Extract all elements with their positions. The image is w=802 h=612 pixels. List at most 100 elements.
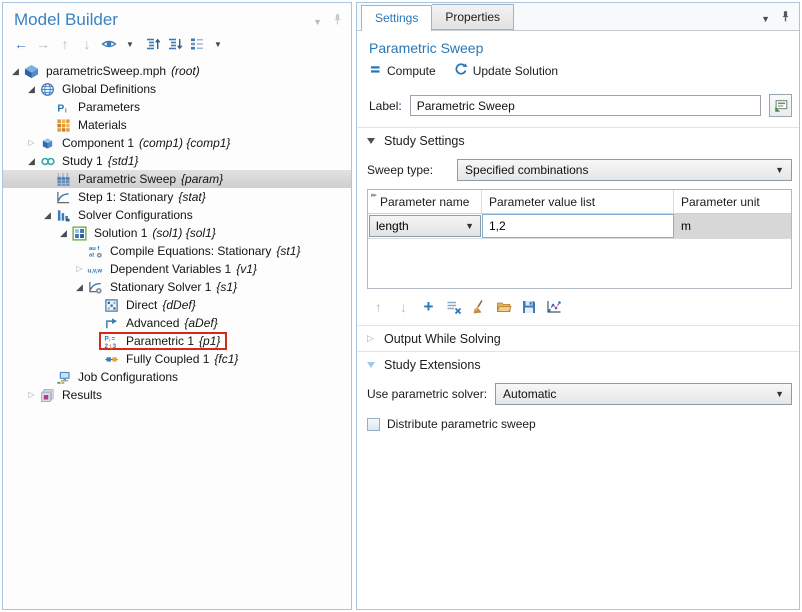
tree-item-study-1[interactable]: ◢Study 1{std1} bbox=[3, 152, 351, 170]
move-down-arrow-icon[interactable]: ↓ bbox=[78, 35, 96, 53]
tree-item-content: Advanced{aDef} bbox=[99, 314, 225, 332]
node-label-icon[interactable] bbox=[188, 35, 206, 53]
show-settings-window-button[interactable] bbox=[769, 94, 792, 117]
column-header[interactable]: Parameter name bbox=[368, 190, 482, 213]
distribute-sweep-checkbox[interactable] bbox=[367, 418, 380, 431]
load-folder-button[interactable] bbox=[494, 297, 513, 316]
tree-item-component-1[interactable]: ▷Component 1(comp1) {comp1} bbox=[3, 134, 351, 152]
move-up-arrow-button[interactable]: ↑ bbox=[369, 297, 388, 316]
tree-item-solution-1[interactable]: ◢Solution 1(sol1) {sol1} bbox=[3, 224, 351, 242]
tree-item-parametric-sweep[interactable]: 123 Parametric Sweep {param} bbox=[3, 170, 351, 188]
page-title: Parametric Sweep bbox=[357, 31, 799, 57]
model-icon bbox=[23, 63, 40, 79]
section-study-extensions-header[interactable]: Study Extensions bbox=[357, 352, 799, 377]
settings-action-bar: Compute Update Solution bbox=[357, 57, 799, 85]
delete-rows-button[interactable] bbox=[444, 297, 463, 316]
tree-item-tag: {std1} bbox=[108, 154, 139, 168]
label-input[interactable] bbox=[410, 95, 761, 116]
job-configurations-icon bbox=[55, 369, 72, 385]
tree-item-results[interactable]: ▷Results bbox=[3, 386, 351, 404]
tree-item-content: Materials bbox=[51, 116, 134, 134]
tree-item-advanced[interactable]: Advanced{aDef} bbox=[3, 314, 351, 332]
column-header[interactable]: Parameter value list bbox=[482, 190, 674, 213]
update-solution-label: Update Solution bbox=[473, 64, 558, 78]
model-builder-window-controls: ▼ bbox=[313, 13, 344, 31]
tree-item-label: Dependent Variables 1 bbox=[110, 262, 231, 276]
save-disk-button[interactable] bbox=[519, 297, 538, 316]
svg-text:i: i bbox=[65, 107, 67, 114]
parameter-value-cell[interactable]: 1,2 bbox=[482, 214, 674, 238]
tab-properties[interactable]: Properties bbox=[432, 4, 514, 30]
pin-icon[interactable] bbox=[779, 10, 792, 28]
range-plot-button[interactable] bbox=[544, 297, 563, 316]
caret-icon[interactable]: ▼ bbox=[122, 35, 140, 53]
svg-text:P: P bbox=[57, 103, 64, 114]
show-eye-icon[interactable] bbox=[100, 35, 118, 53]
forward-arrow-icon[interactable]: → bbox=[34, 35, 52, 53]
parameter-name-select[interactable]: length ▼ bbox=[369, 215, 481, 237]
section-output-while-solving-header[interactable]: ▷ Output While Solving bbox=[357, 326, 799, 351]
tree-item-dependent-variables-1[interactable]: ▷u,v,wDependent Variables 1{v1} bbox=[3, 260, 351, 278]
settings-window-controls: ▼ bbox=[761, 10, 792, 28]
clear-broom-button[interactable] bbox=[469, 297, 488, 316]
caret-icon[interactable]: ▼ bbox=[210, 35, 228, 53]
tree-item-content: Component 1(comp1) {comp1} bbox=[35, 134, 237, 152]
compute-button[interactable]: Compute bbox=[369, 63, 436, 79]
parametric-solver-select[interactable]: Automatic ▼ bbox=[495, 383, 792, 405]
column-header[interactable]: Parameter unit bbox=[674, 190, 791, 213]
tree-item-tag: {s1} bbox=[216, 280, 237, 294]
tab-settings[interactable]: Settings bbox=[361, 5, 432, 31]
expand-all-icon[interactable] bbox=[166, 35, 184, 53]
tree-item-label: Materials bbox=[78, 118, 127, 132]
dropdown-caret-icon[interactable]: ▼ bbox=[313, 17, 322, 27]
tree-item-content: Stationary Solver 1{s1} bbox=[83, 278, 244, 296]
add-plus-button[interactable]: + bbox=[419, 297, 438, 316]
svg-text:2: 2 bbox=[62, 172, 65, 177]
tree-item-compile-equations-stationary[interactable]: au fatCompile Equations: Stationary{st1} bbox=[3, 242, 351, 260]
parameter-unit-cell: m bbox=[674, 214, 791, 238]
tree-item-parameters[interactable]: PiParameters bbox=[3, 98, 351, 116]
tree-item-tag: {aDef} bbox=[184, 316, 217, 330]
section-study-settings-header[interactable]: Study Settings bbox=[357, 128, 799, 153]
update-solution-button[interactable]: Update Solution bbox=[454, 62, 558, 79]
tree-item-solver-configurations[interactable]: ◢Solver Configurations bbox=[3, 206, 351, 224]
tree-item-parametric-1[interactable]: Pi=213Parametric 1{p1} bbox=[3, 332, 351, 350]
tree-item-label: Parametric Sweep bbox=[78, 172, 176, 186]
dropdown-caret-icon[interactable]: ▼ bbox=[761, 14, 770, 24]
tree-item-job-configurations[interactable]: Job Configurations bbox=[3, 368, 351, 386]
parameter-table-toolbar: ↑ ↓ + bbox=[357, 289, 799, 325]
parameter-name-value: length bbox=[376, 219, 409, 233]
tree-item-fully-coupled-1[interactable]: Fully Coupled 1{fc1} bbox=[3, 350, 351, 368]
tree-item-content: Results bbox=[35, 386, 109, 404]
collapse-all-icon[interactable] bbox=[144, 35, 162, 53]
sweep-type-select[interactable]: Specified combinations ▼ bbox=[457, 159, 792, 181]
move-up-arrow-icon[interactable]: ↑ bbox=[56, 35, 74, 53]
section-output-while-solving: ▷ Output While Solving bbox=[357, 325, 799, 351]
tree-item-materials[interactable]: Materials bbox=[3, 116, 351, 134]
tree-item-tag: {param} bbox=[181, 172, 223, 186]
section-study-settings: Study Settings Sweep type: Specified com… bbox=[357, 127, 799, 325]
pin-icon[interactable] bbox=[331, 13, 344, 31]
section-title: Study Settings bbox=[384, 134, 465, 148]
tree-item-label: Solution 1 bbox=[94, 226, 147, 240]
move-down-arrow-button[interactable]: ↓ bbox=[394, 297, 413, 316]
tree-item-tag: (comp1) {comp1} bbox=[139, 136, 230, 150]
parametric-sweep-icon: 123 bbox=[55, 171, 72, 187]
tree-item-label: Parametric 1 bbox=[126, 334, 194, 348]
svg-text:1: 1 bbox=[57, 172, 60, 177]
svg-text:3: 3 bbox=[66, 172, 69, 177]
tree-item-stationary-solver-1[interactable]: ◢Stationary Solver 1{s1} bbox=[3, 278, 351, 296]
compute-icon bbox=[369, 63, 382, 79]
section-title: Output While Solving bbox=[384, 332, 501, 346]
tree-item-global-definitions[interactable]: ◢Global Definitions bbox=[3, 80, 351, 98]
tree-item-content: au fatCompile Equations: Stationary{st1} bbox=[83, 242, 307, 260]
tree-item-parametricsweep-mph[interactable]: ◢parametricSweep.mph(root) bbox=[3, 62, 351, 80]
back-arrow-icon[interactable]: ← bbox=[12, 35, 30, 53]
svg-text:u,v,w: u,v,w bbox=[88, 268, 103, 274]
svg-text:2: 2 bbox=[104, 343, 108, 349]
tree-item-direct[interactable]: Direct{dDef} bbox=[3, 296, 351, 314]
tree-item-step-1-stationary[interactable]: Step 1: Stationary{stat} bbox=[3, 188, 351, 206]
svg-text:3: 3 bbox=[112, 343, 116, 349]
svg-text:=: = bbox=[112, 335, 116, 342]
solver-configurations-icon bbox=[55, 207, 72, 223]
